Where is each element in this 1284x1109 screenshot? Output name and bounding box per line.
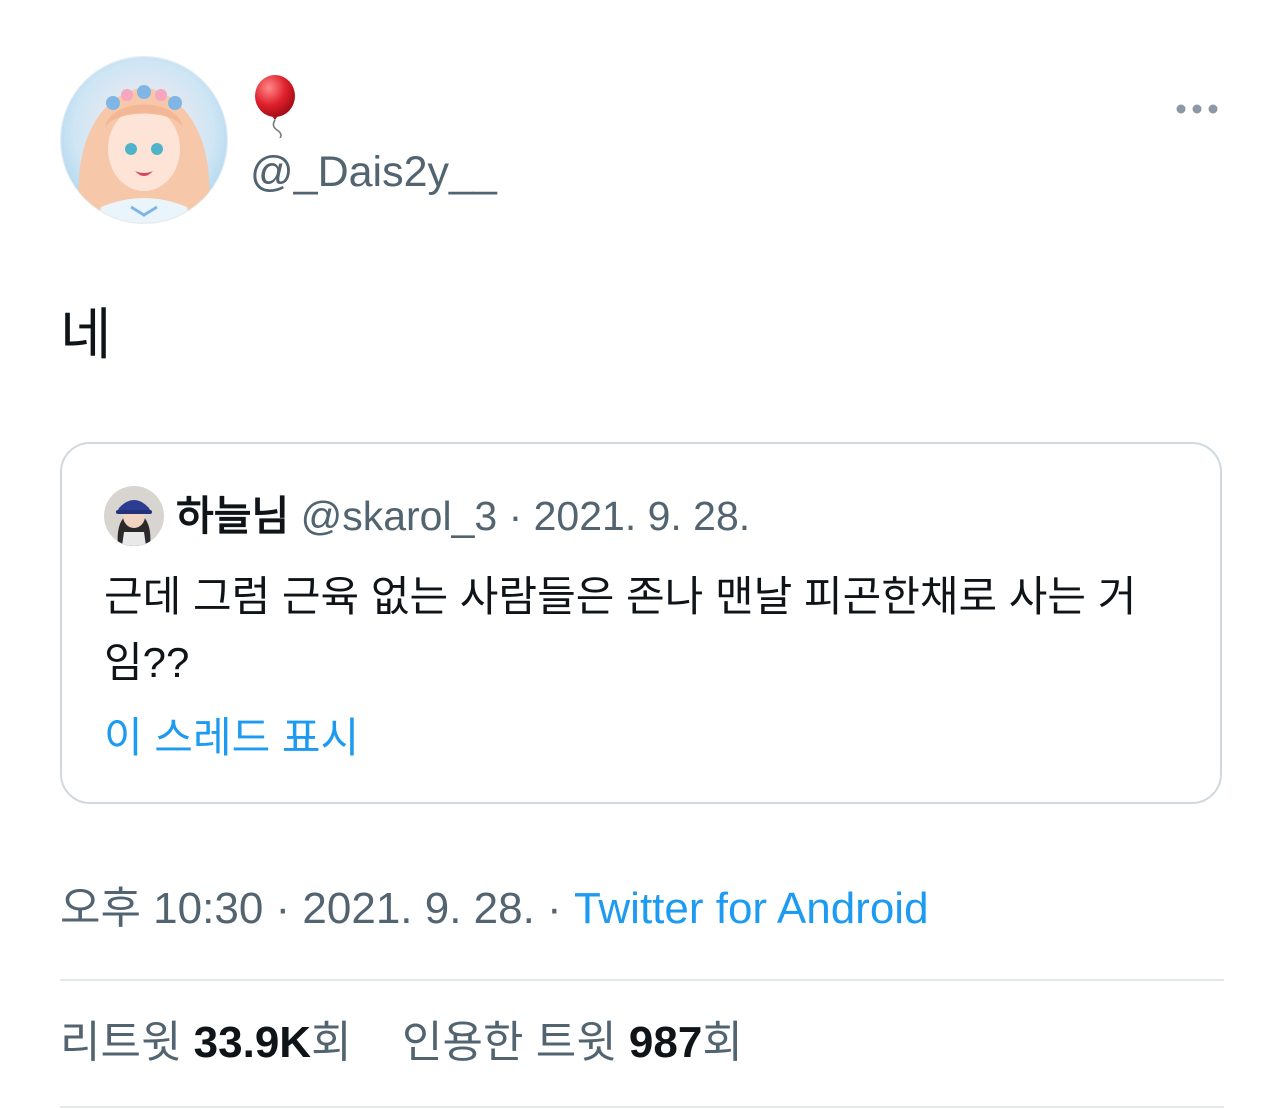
divider-bottom <box>60 1106 1224 1108</box>
more-horizontal-icon[interactable] <box>1172 96 1222 122</box>
meta-separator-2: · <box>534 884 574 933</box>
tweet-source-link[interactable]: Twitter for Android <box>574 884 929 933</box>
retweets-count: 33.9K <box>193 1018 312 1067</box>
tweet-text: 네 <box>60 303 112 366</box>
author-display-name[interactable]: 🎈 <box>250 74 300 151</box>
retweets-label: 리트윗 <box>60 1018 194 1067</box>
author-handle[interactable]: @_Dais2y__ <box>250 146 497 198</box>
quoted-author-name[interactable]: 하늘님 <box>176 493 289 539</box>
quotes-label: 인용한 트윗 <box>402 1018 629 1067</box>
quoted-date[interactable]: 2021. 9. 28. <box>534 493 751 539</box>
quoted-tweet-card[interactable]: 하늘님 @skarol_3 · 2021. 9. 28. 근데 그럼 근육 없는… <box>60 442 1222 804</box>
quoted-author-handle[interactable]: @skarol_3 <box>301 493 498 539</box>
red-balloon-icon <box>255 75 295 139</box>
quote-tweets-stat[interactable]: 인용한 트윗 987회 <box>402 1018 743 1067</box>
tweet-date[interactable]: 2021. 9. 28. <box>302 884 534 933</box>
quotes-count: 987 <box>628 1018 703 1067</box>
quoted-tweet-text: 근데 그럼 근육 없는 사람들은 존나 맨날 피곤한채로 사는 거임?? <box>104 573 1137 686</box>
tweet-meta: 오후 10:30 · 2021. 9. 28. · Twitter for An… <box>60 880 929 938</box>
quoted-header: 하늘님 @skarol_3 · 2021. 9. 28. <box>176 488 750 544</box>
retweets-suffix: 회 <box>311 1018 352 1067</box>
tweet-time[interactable]: 오후 10:30 <box>60 884 263 933</box>
quoted-separator: · <box>497 493 534 539</box>
tweet-stats: 리트윗 33.9K회 인용한 트윗 987회 <box>60 1014 743 1072</box>
divider-top <box>60 979 1224 981</box>
show-thread-link[interactable]: 이 스레드 표시 <box>104 710 359 766</box>
author-avatar[interactable] <box>60 56 228 224</box>
quoted-author-avatar[interactable] <box>104 486 164 546</box>
retweets-stat[interactable]: 리트윗 33.9K회 <box>60 1018 352 1067</box>
meta-separator: · <box>263 884 303 933</box>
quotes-suffix: 회 <box>702 1018 743 1067</box>
